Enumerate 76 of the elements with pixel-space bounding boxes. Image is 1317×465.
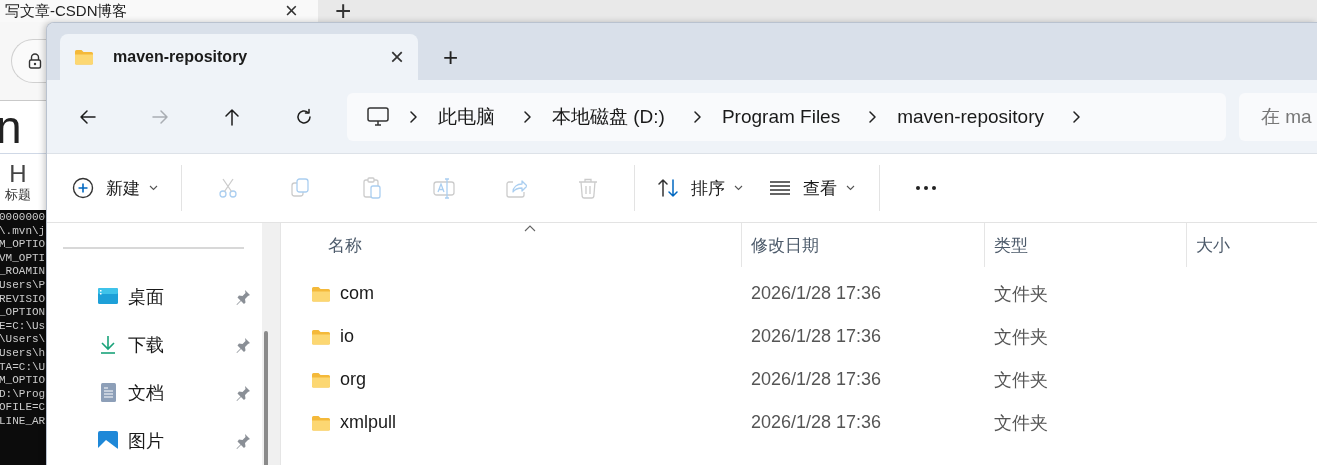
table-cell-text: 2026/1/28 17:36 (750, 283, 883, 304)
chevron-right-icon[interactable] (692, 110, 702, 123)
download-arrow-icon (98, 335, 118, 355)
plus-circle-button[interactable]: 新建 (62, 168, 171, 208)
terminal-line: M_OPTIO (0, 374, 46, 388)
terminal-line: Users\h (0, 346, 46, 361)
file-row-name[interactable]: io (281, 326, 742, 347)
chevron-right-icon[interactable] (1071, 110, 1081, 123)
sidebar-item[interactable]: 桌面 (63, 273, 251, 321)
table-cell-text: 文件夹 (993, 411, 1049, 435)
terminal-line: \Users\ (0, 333, 46, 347)
table-cell-text: 文件夹 (993, 325, 1049, 349)
copy-icon (289, 177, 311, 199)
table-cell-text: 2026/1/28 17:36 (750, 326, 883, 347)
breadcrumb-item[interactable]: Program Files (721, 105, 841, 128)
terminal-line: TA=C:\U (0, 360, 46, 375)
trash-icon (577, 177, 599, 199)
site-info-button[interactable] (11, 39, 46, 83)
new-tab-button[interactable]: + (335, 0, 352, 25)
folder-icon (310, 327, 332, 346)
up-arrow-icon (222, 106, 242, 127)
breadcrumb-item[interactable]: maven-repository (897, 105, 1044, 128)
column-header[interactable]: 大小 (1187, 223, 1317, 267)
picture-icon (98, 431, 118, 451)
new-tab-button[interactable]: + (443, 34, 459, 80)
breadcrumb-item[interactable]: 此电脑 (438, 103, 495, 130)
document-icon (98, 383, 118, 403)
chevron-right-icon[interactable] (868, 110, 878, 123)
terminal-line: M_OPTIO (0, 238, 46, 252)
folder-icon (310, 370, 332, 389)
chevron-right-icon[interactable] (523, 110, 532, 123)
more-icon (915, 185, 937, 191)
folder-icon (310, 284, 332, 303)
monitor-icon (367, 106, 389, 127)
scrollbar-thumb[interactable] (264, 331, 269, 465)
terminal-line: 0000000 (0, 211, 46, 225)
table-cell-text: 2026/1/28 17:36 (750, 369, 883, 390)
sidebar-item[interactable]: 下载 (63, 321, 251, 369)
close-tab-button[interactable]: × (390, 45, 404, 69)
computer-crumb-button[interactable] (367, 106, 389, 127)
column-header[interactable]: 名称 (281, 223, 742, 267)
heading-tool-button[interactable]: H 标题 (0, 154, 36, 210)
chevron-right-icon[interactable] (409, 110, 418, 123)
column-header[interactable]: 类型 (985, 223, 1187, 267)
table-cell-text: 文件夹 (993, 282, 1049, 306)
file-row-name[interactable]: com (281, 283, 742, 304)
table-cell-text: 文件夹 (993, 368, 1049, 392)
plus-circle-icon (72, 177, 94, 199)
terminal-line: Users\P (0, 278, 46, 293)
terminal-line: REVISIO (0, 292, 46, 307)
rename-icon (433, 177, 455, 199)
breadcrumb-item[interactable]: 本地磁盘 (D:) (552, 103, 665, 130)
tab-close-button[interactable]: × (285, 0, 298, 22)
terminal-line: LINE_AR (0, 414, 46, 429)
folder-icon (74, 48, 94, 66)
sidebar-item[interactable]: 文档 (63, 369, 251, 417)
list-lines-button[interactable]: 查看 (757, 168, 869, 208)
sidebar-item[interactable]: 图片 (63, 417, 251, 465)
lock-icon (28, 53, 42, 69)
table-cell-text: 2026/1/28 17:36 (750, 412, 883, 433)
sort-arrows-icon (657, 177, 679, 199)
terminal-line: OFILE=C (0, 401, 46, 415)
search-field[interactable]: 在 ma (1239, 92, 1317, 141)
terminal-line: \.mvn\j (0, 224, 46, 239)
file-row-name[interactable]: xmlpull (281, 412, 742, 433)
desktop-icon (98, 287, 118, 307)
clipboard-icon (361, 177, 383, 199)
refresh-icon (294, 106, 314, 127)
folder-icon (310, 413, 332, 432)
column-header[interactable]: 修改日期 (742, 223, 985, 267)
file-row-name[interactable]: org (281, 369, 742, 390)
scissors-icon (217, 177, 239, 199)
folder-tab[interactable]: maven-repository × (60, 34, 418, 80)
terminal-line: E=C:\Us (0, 319, 46, 334)
sort-arrows-button[interactable]: 排序 (645, 168, 757, 208)
terminal-line: D:\Prog (0, 387, 46, 402)
